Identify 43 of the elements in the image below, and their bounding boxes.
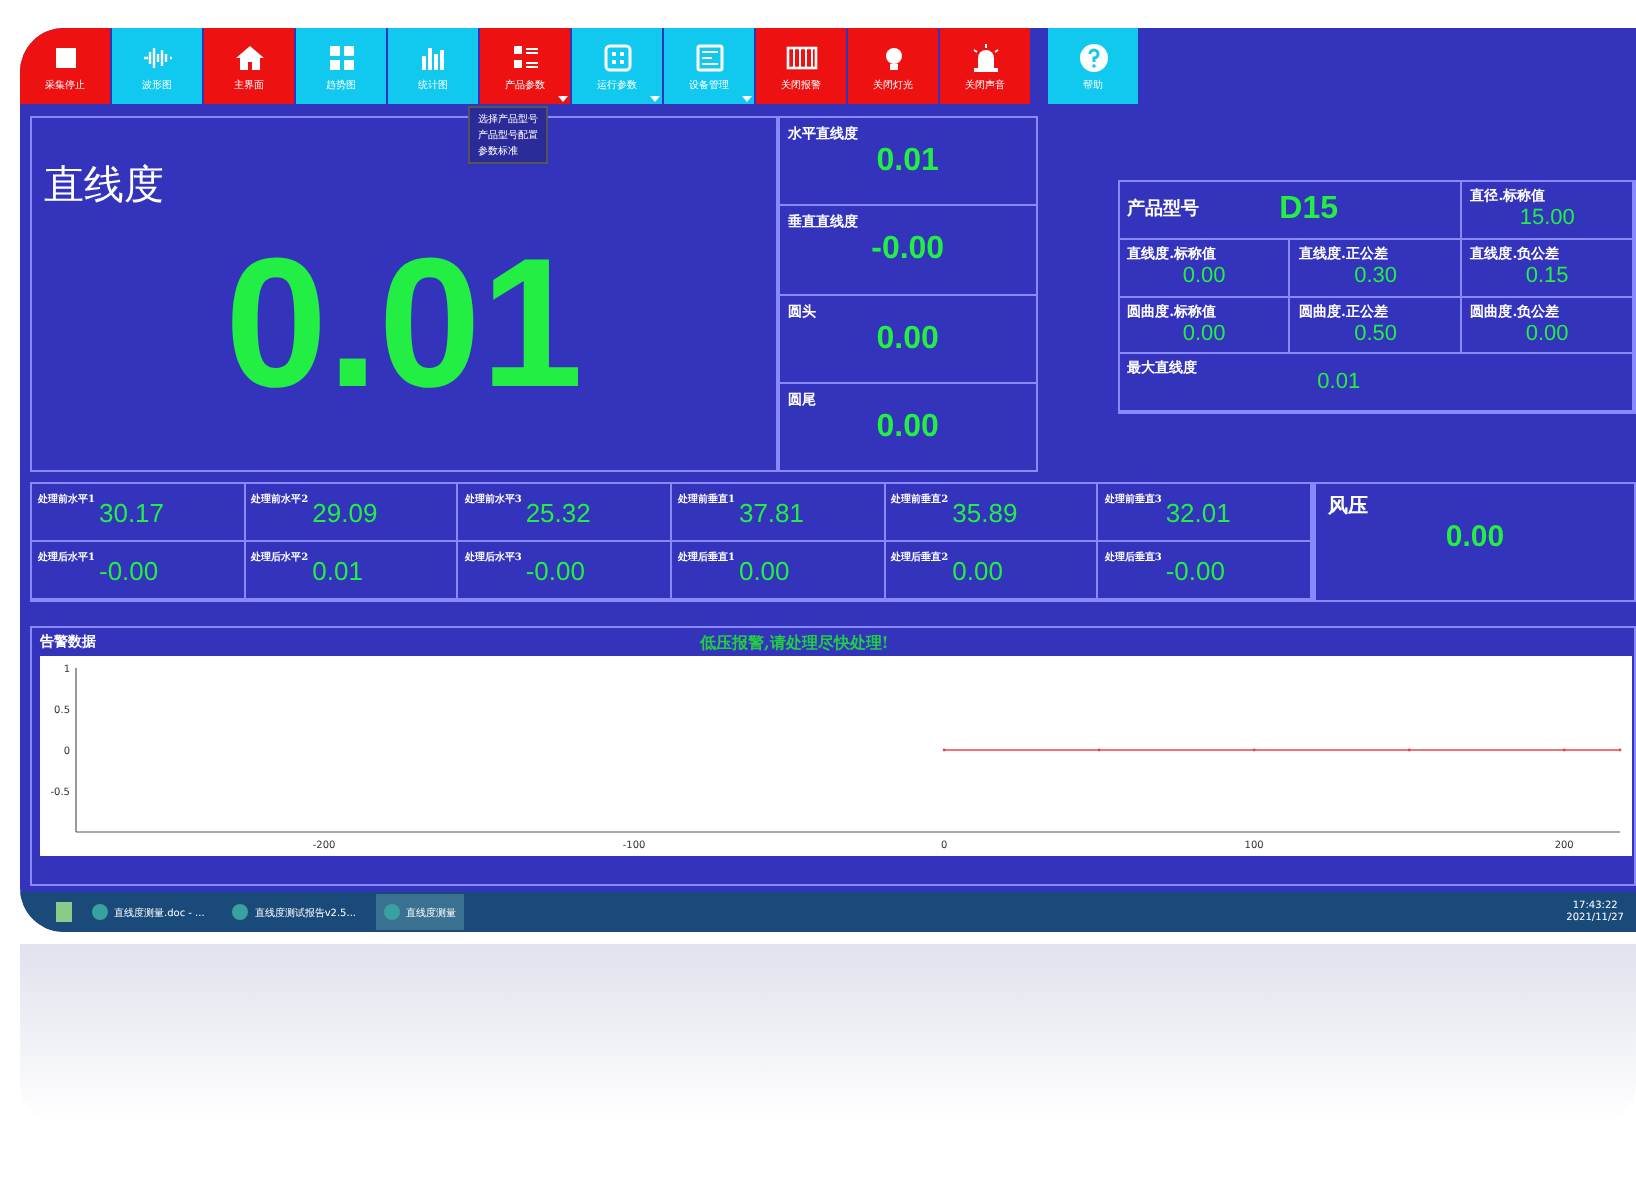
table-value: 15.00 [1519,206,1575,230]
keyboard-icon [785,41,817,73]
panel-icon [693,41,725,73]
start-icon[interactable] [56,902,72,922]
cell-value: 35.89 [952,497,1018,527]
cell-value: 29.09 [312,497,378,527]
cell-value: 0.00 [952,555,1003,585]
reading-value: -0.00 [871,232,945,269]
list-icon [509,41,541,73]
cell-value: 0.00 [738,555,790,585]
reading-value: 0.00 [876,409,939,446]
app-icon [384,904,401,920]
help-icon [1077,41,1109,73]
reading-value: 0.00 [876,321,939,357]
panel-title: 直线度 [42,158,166,212]
cell-value: -0.00 [98,555,159,585]
table-value: 0.01 [1317,370,1361,395]
table-value: 0.00 [1525,321,1569,345]
cell-value: 0.01 [312,555,363,585]
cell-value: 30.17 [98,497,165,527]
panel-icon [601,41,633,73]
table-value: 0.15 [1525,263,1569,288]
table-value: 0.50 [1354,321,1398,345]
cell-value: 37.81 [738,497,805,527]
siren-icon [969,41,1001,73]
home-icon [233,41,265,73]
straightness-value: 0.01 [222,220,586,430]
alarm-message: 低压报警,请处理尽快处理! [700,631,889,653]
wind-pressure-value: 0.00 [1445,520,1505,554]
table-value: 0.30 [1354,263,1398,288]
app-icon [232,904,249,920]
panel-title: 风压 [1328,494,1370,520]
cell-value: 25.32 [525,497,591,527]
model-value: D15 [1279,191,1339,228]
cell-value: -0.00 [525,555,585,585]
reading-value: 0.01 [876,144,939,180]
grid-icon [325,41,357,73]
cell-value: 32.01 [1165,497,1231,527]
table-value: 0.00 [1182,263,1226,288]
cell-value: -0.00 [1165,555,1225,585]
table-label: 产品型号 [1127,196,1200,223]
app-icon [92,904,108,920]
table-value: 0.00 [1182,321,1226,345]
